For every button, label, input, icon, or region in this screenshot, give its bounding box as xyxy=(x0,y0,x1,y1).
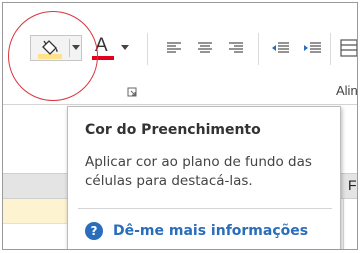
tooltip-title: Cor do Preenchimento xyxy=(85,122,261,138)
screenshot-frame: A Alin F Cor do Preenchimento Aplicar co… xyxy=(2,2,358,250)
align-center-icon[interactable] xyxy=(197,41,213,55)
wrap-text-icon[interactable] xyxy=(340,39,358,57)
chevron-down-icon[interactable] xyxy=(121,45,129,51)
ribbon-divider xyxy=(3,104,357,105)
row-gridline xyxy=(3,223,69,224)
tooltip: Cor do Preenchimento Aplicar cor ao plan… xyxy=(67,106,341,249)
highlight-circle xyxy=(8,11,98,101)
more-info-link[interactable]: ? Dê-me mais informações xyxy=(85,221,308,241)
alignment-group-label: Alin xyxy=(336,83,358,98)
group-divider xyxy=(147,33,148,65)
tooltip-description: Aplicar cor ao plano de fundo das célula… xyxy=(85,154,312,189)
align-right-icon[interactable] xyxy=(228,41,244,55)
more-info-label[interactable]: Dê-me mais informações xyxy=(113,223,308,239)
column-gridline xyxy=(343,199,344,249)
decrease-indent-icon[interactable] xyxy=(270,41,290,55)
column-header-f[interactable]: F xyxy=(348,177,357,193)
group-divider xyxy=(258,33,259,65)
help-icon: ? xyxy=(85,222,103,240)
align-left-icon[interactable] xyxy=(166,41,182,55)
launcher-icon[interactable] xyxy=(127,87,137,97)
group-divider xyxy=(330,33,331,65)
tooltip-divider xyxy=(78,208,332,209)
highlighted-cell[interactable] xyxy=(3,199,69,223)
increase-indent-icon[interactable] xyxy=(302,41,322,55)
